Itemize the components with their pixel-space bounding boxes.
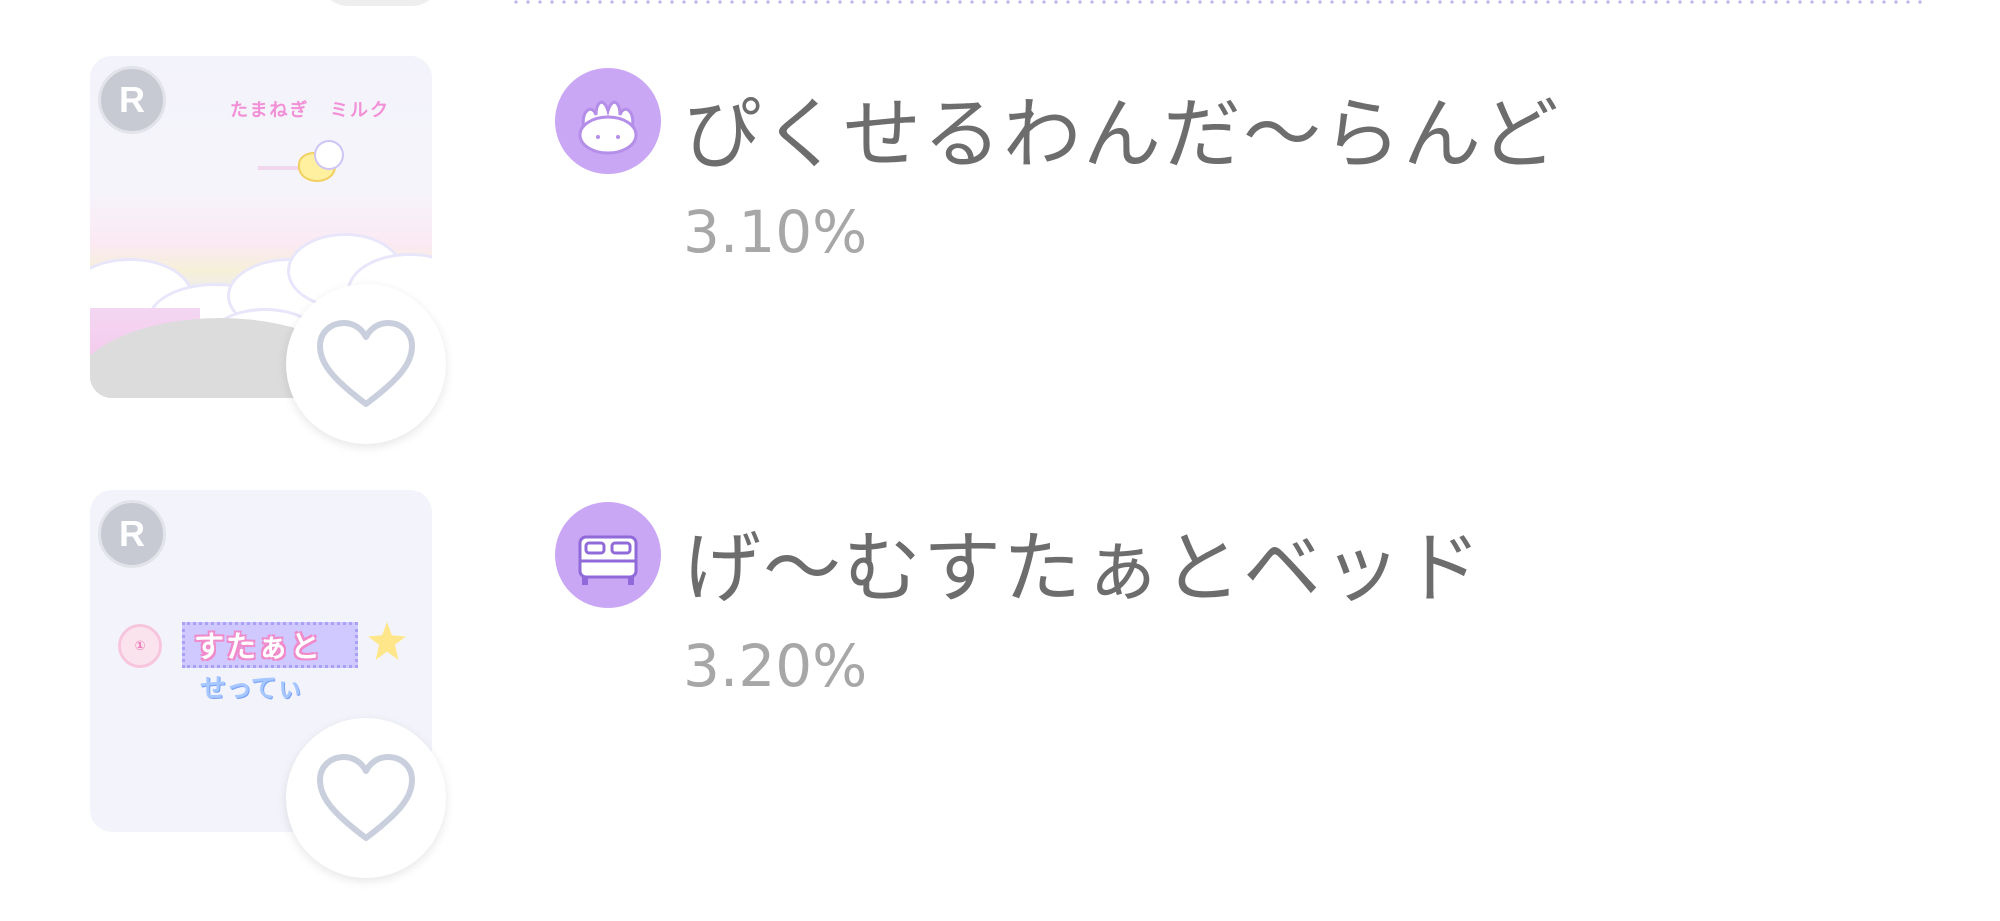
sheep-character-icon bbox=[316, 142, 342, 168]
heart-outline-icon bbox=[317, 320, 415, 407]
speed-line bbox=[258, 166, 304, 170]
bed-icon bbox=[555, 502, 661, 608]
item-percent: 3.20% bbox=[683, 632, 868, 700]
thumbnail-banner-text: すたぁと bbox=[194, 630, 322, 665]
item-title[interactable]: げ〜むすたぁとベッド bbox=[683, 506, 1483, 618]
rank-badge: R bbox=[98, 500, 166, 568]
frilly-cushion-icon bbox=[555, 68, 661, 174]
number-badge: ① bbox=[118, 624, 162, 668]
item-title[interactable]: ぴくせるわんだ〜らんど bbox=[683, 72, 1561, 184]
list-item[interactable]: ① すたぁと せってぃ R げ〜むすたぁとベッド 3.20% bbox=[0, 490, 2000, 910]
previous-item-avatar-edge bbox=[320, 0, 440, 6]
thumbnail-pixel-text: ミルク bbox=[330, 100, 390, 121]
dotted-divider bbox=[510, 0, 1930, 5]
item-percent: 3.10% bbox=[683, 198, 868, 266]
thumbnail-pixel-text: たまねぎ bbox=[230, 100, 310, 121]
favorite-button[interactable] bbox=[286, 284, 446, 444]
rank-badge: R bbox=[98, 66, 166, 134]
star-icon bbox=[368, 622, 406, 660]
heart-outline-icon bbox=[317, 754, 415, 841]
favorite-button[interactable] bbox=[286, 718, 446, 878]
list-item[interactable]: たまねぎ ミルク R ぴくせるわんだ〜らんど 3.10% bbox=[0, 56, 2000, 476]
thumbnail-sub-text: せってぃ bbox=[200, 674, 303, 704]
